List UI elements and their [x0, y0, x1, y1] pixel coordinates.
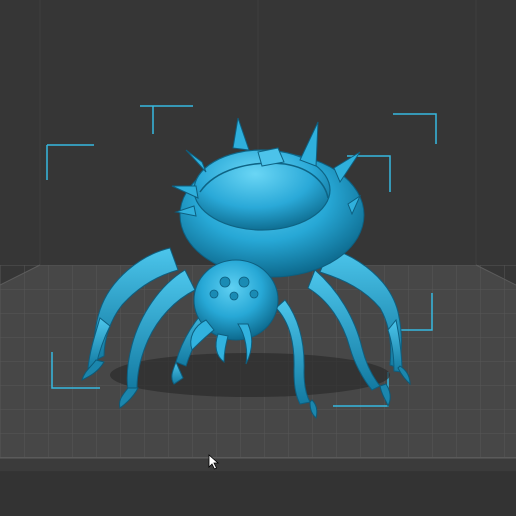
- scene-canvas[interactable]: [0, 0, 516, 516]
- model-shadow: [110, 353, 390, 397]
- 3d-viewport[interactable]: [0, 0, 516, 516]
